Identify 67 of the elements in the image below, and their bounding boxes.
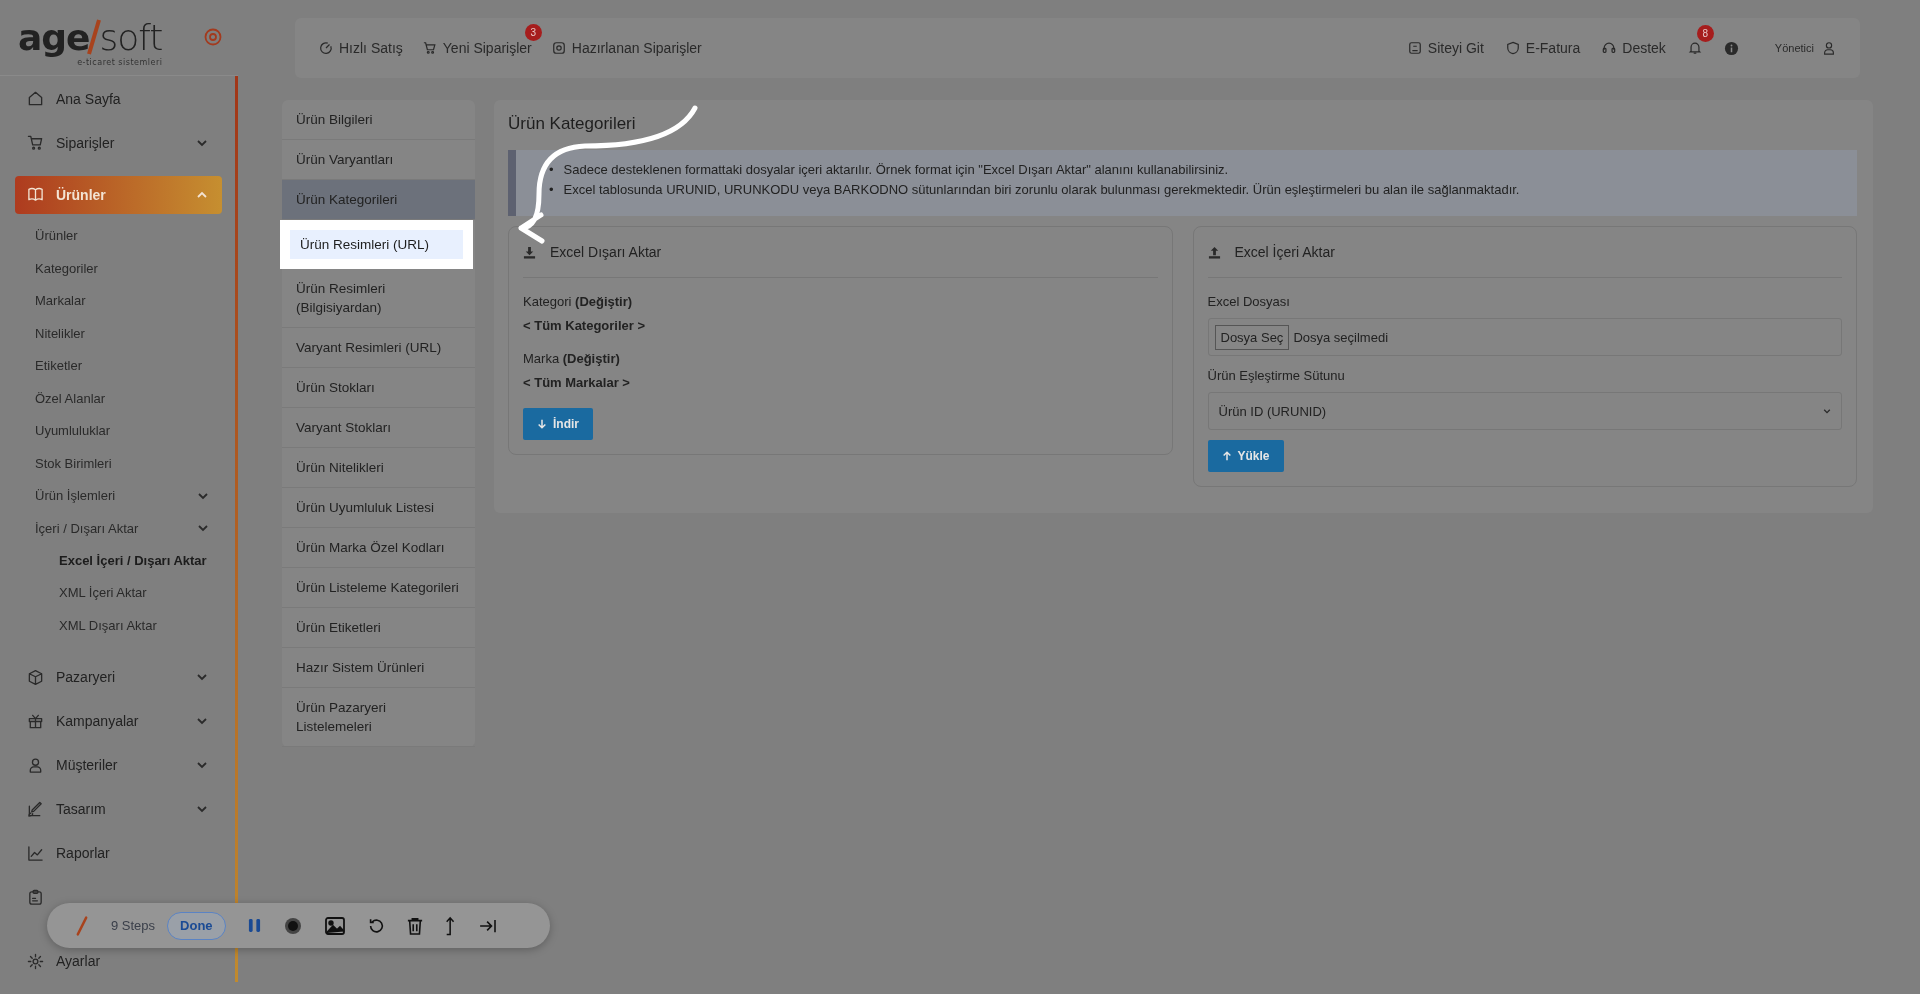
- header-link[interactable]: Destek: [1622, 40, 1666, 56]
- submenu-item[interactable]: Varyant Resimleri (URL): [282, 328, 475, 368]
- sidebar-subitem[interactable]: XML Dışarı Aktar: [35, 609, 209, 642]
- submenu-item[interactable]: Ürün Stokları: [282, 368, 475, 408]
- submenu-item[interactable]: Ürün Nitelikleri: [282, 448, 475, 488]
- submenu-item[interactable]: Hazır Sistem Ürünleri: [282, 648, 475, 688]
- sidebar-subitem[interactable]: Excel İçeri / Dışarı Aktar: [35, 544, 209, 577]
- header-link[interactable]: E-Fatura: [1525, 40, 1581, 56]
- field-label: Excel Dosyası: [1207, 294, 1291, 309]
- submenu-item[interactable]: Ürün Bilgileri: [282, 100, 475, 140]
- change-link[interactable]: (Değiştir): [562, 351, 620, 366]
- sidebar-subitem[interactable]: Ürün İşlemleri: [35, 479, 209, 512]
- filter-value: < Tüm Markalar >: [523, 375, 631, 390]
- header-link[interactable]: Hazırlanan Siparişler: [571, 40, 702, 56]
- filter-label: Kategori (Değiştir): [523, 294, 634, 309]
- page-title: Ürün Kategorileri: [508, 114, 637, 134]
- info-text: Excel tablosunda URUNID, URUNKODU veya BARKODNO sütunlarından biri zorunlu olarak bulunması gerekmektedir. Ürün eşleştirmeleri bu alan ile sağlanmaktadır.: [563, 181, 1520, 199]
- step-count: 9 Steps: [111, 918, 156, 933]
- change-link[interactable]: (Değiştir): [575, 294, 633, 309]
- filter-value: < Tüm Kategoriler >: [523, 318, 647, 333]
- count-badge: 3: [524, 24, 542, 41]
- sidebar-subitem[interactable]: İçeri / Dışarı Aktar: [35, 512, 209, 545]
- submenu-item[interactable]: Varyant Stokları: [282, 408, 475, 448]
- submenu-item[interactable]: Ürün Kategorileri: [282, 180, 475, 220]
- header-link[interactable]: Siteyi Git: [1427, 40, 1484, 56]
- sidebar-item[interactable]: Kampanyalar: [15, 710, 222, 732]
- filter-label: Marka (Değiştir): [523, 351, 621, 366]
- bullet: •: [549, 161, 554, 179]
- bullet: •: [549, 181, 554, 199]
- sidebar-item[interactable]: Ürünler: [15, 175, 222, 214]
- sidebar-item[interactable]: Siparişler: [15, 131, 222, 154]
- sidebar-item[interactable]: Ana Sayfa: [15, 87, 121, 110]
- sidebar-subitem[interactable]: Ürünler: [35, 219, 209, 252]
- logo[interactable]: age soft e-ticaret sistemleri: [18, 7, 163, 68]
- count-badge: 8: [1696, 25, 1714, 42]
- user-name[interactable]: Yönetici: [1774, 42, 1814, 54]
- submenu-item[interactable]: Ürün Resimleri (URL): [290, 230, 463, 259]
- sidebar-subitem[interactable]: Stok Birimleri: [35, 447, 209, 480]
- field-label: Ürün Eşleştirme Sütunu: [1207, 368, 1346, 383]
- submenu-item[interactable]: Ürün Uyumluluk Listesi: [282, 488, 475, 528]
- sidebar-item[interactable]: Tasarım: [15, 798, 222, 820]
- sidebar-item[interactable]: Pazaryeri: [15, 666, 222, 688]
- submenu-item[interactable]: Ürün Pazaryeri Listelemeleri: [282, 688, 475, 747]
- submenu-item[interactable]: Ürün Etiketleri: [282, 608, 475, 648]
- sidebar-item[interactable]: Raporlar: [15, 842, 110, 864]
- submenu-item[interactable]: Ürün Resimleri (Bilgisiyardan): [282, 269, 475, 328]
- sidebar-item[interactable]: Ayarlar: [15, 950, 101, 972]
- sidebar-subitem[interactable]: Etiketler: [35, 349, 209, 382]
- sidebar-subitem[interactable]: Markalar: [35, 284, 209, 317]
- sidebar-subitem[interactable]: Nitelikler: [35, 317, 209, 350]
- submenu-item[interactable]: Ürün Listeleme Kategorileri: [282, 568, 475, 608]
- panel-title: Excel İçeri Aktar: [1234, 244, 1335, 260]
- upload-button[interactable]: Yükle: [1207, 440, 1284, 472]
- header-link[interactable]: Hızlı Satış: [339, 40, 403, 56]
- info-text: Sadece desteklenen formattaki dosyalar içeri aktarılır. Örnek format için "Excel Dışarı Aktar" alanını kullanabilirsiniz.: [563, 161, 1229, 179]
- panel-title: Excel Dışarı Aktar: [550, 244, 662, 260]
- done-button[interactable]: Done: [167, 911, 226, 940]
- file-input[interactable]: Dosya Seç Dosya seçilmedi: [1207, 318, 1842, 356]
- submenu-item[interactable]: Ürün Marka Özel Kodları: [282, 528, 475, 568]
- sidebar-subitem[interactable]: Uyumluluklar: [35, 414, 209, 447]
- header-link[interactable]: Yeni Siparişler: [442, 40, 532, 56]
- download-button[interactable]: İndir: [523, 408, 593, 440]
- sidebar-subitem[interactable]: XML İçeri Aktar: [35, 577, 209, 610]
- select-field[interactable]: Ürün ID (URUNID): [1207, 392, 1842, 430]
- sidebar-subitem[interactable]: Kategoriler: [35, 252, 209, 285]
- sidebar-subitem[interactable]: Özel Alanlar: [35, 382, 209, 415]
- sidebar-item[interactable]: Müşteriler: [15, 754, 222, 776]
